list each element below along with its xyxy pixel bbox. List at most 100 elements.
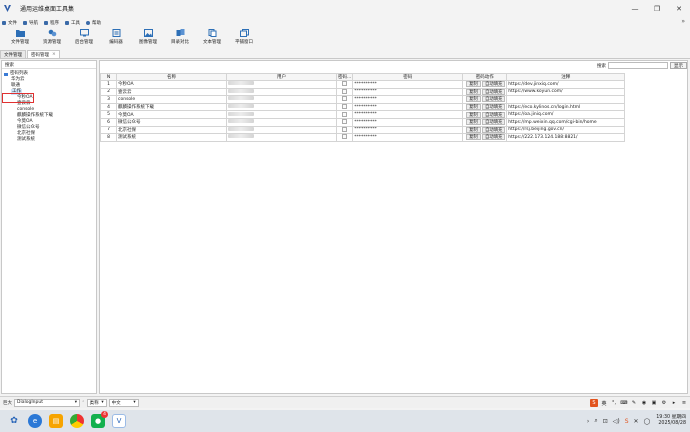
copy-button[interactable]: 复制 [466,89,481,95]
show-button[interactable]: 显示 [670,62,687,69]
row-number: 6 [100,117,117,127]
browser-icon[interactable]: e [28,414,42,428]
chevron-right-icon[interactable]: › [587,418,589,425]
close-tab-icon[interactable]: × [52,52,56,57]
tool-image-manager[interactable]: 图像管理 [132,27,164,49]
row-user [226,125,337,135]
close-window-button[interactable]: ✕ [668,0,690,17]
show-password-checkbox[interactable] [342,111,348,117]
font-select[interactable]: DialogInput ▾ [14,398,80,407]
tool-dir-compare[interactable]: 目录对比 [164,27,196,49]
network-icon[interactable]: ⊡ [603,418,608,425]
table-row[interactable]: 4 麒麟操作系统下载 ********** 复制 自动填充 https://eco.ky… [100,102,626,112]
table-row[interactable]: 7 北京社保 ********** 复制 自动填充 https://rsj.beijin… [100,125,626,135]
tool-tile-windows[interactable]: 平铺窗口 [228,27,260,49]
copy-button[interactable]: 复制 [466,111,481,118]
row-password: ********** [352,133,464,142]
tree-item[interactable]: 测试系统 [2,137,96,143]
autofill-button[interactable]: 自动填充 [482,111,506,118]
table-search-input[interactable] [608,62,668,69]
chrome-icon[interactable] [70,414,84,428]
menu-nav[interactable]: 导航 [23,20,38,26]
tab-password-manager[interactable]: 密码管理 × [27,50,60,58]
tool-resource-manager[interactable]: 资源管理 [36,27,68,49]
show-password-checkbox[interactable] [342,89,348,94]
copy-button[interactable]: 复制 [466,96,481,103]
autofill-button[interactable]: 自动填充 [482,127,506,133]
col-header-n[interactable]: N [100,73,117,81]
tool-backend-manager[interactable]: 后台管理 [68,27,100,49]
ime-skin-icon[interactable]: ◉ [640,399,648,407]
autofill-button[interactable]: 自动填充 [482,89,506,95]
menu-help[interactable]: 帮助 [86,20,101,26]
search-icon[interactable]: ⌕ [594,417,597,425]
show-password-checkbox[interactable] [342,134,348,140]
copy-button[interactable]: 复制 [466,134,481,141]
tree-search-label: 搜索 [5,62,14,68]
col-header-password-action[interactable]: 密码动作 [462,73,508,81]
autofill-button[interactable]: 自动填充 [482,119,506,126]
mode-select[interactable]: 类称 ▾ [86,398,107,407]
row-number: 4 [100,102,117,112]
start-logo-icon[interactable]: ✿ [7,414,21,428]
row-number: 3 [100,95,117,104]
tool-file-manager[interactable]: 文件管理 [4,27,36,49]
col-header-show-password[interactable]: 密码... [335,73,354,81]
show-password-checkbox[interactable] [342,119,348,125]
tab-file-manager[interactable]: 文件管理 [0,50,26,58]
clock[interactable]: 19:30 星期四 2025/08/28 [656,415,686,427]
col-header-user[interactable]: 用户 [226,73,337,81]
collapse-toolbar-icon[interactable]: » [681,18,685,25]
ime-settings-icon[interactable]: ⚙ [660,399,668,407]
menu-file[interactable]: 文件 [2,20,17,26]
monitor-icon [79,29,89,37]
autofill-button[interactable]: 自动填充 [482,134,506,141]
table-row[interactable]: 5 今莫OA ********** 复制 自动填充 https://oa.jiniq.c… [100,110,626,119]
file-manager-taskbar-icon[interactable]: ▤ [49,414,63,428]
col-header-name[interactable]: 名称 [116,73,227,81]
table-row[interactable]: 8 测试系统 ********** 复制 自动填充 https://222.173.12… [100,133,626,142]
ime-tray-icon[interactable]: S [625,418,629,425]
table-row[interactable]: 2 壹云云 ********** 复制 自动填充 https://www.koyun.c… [100,87,626,97]
tool-text-manager[interactable]: 文本管理 [196,27,228,49]
active-app-icon[interactable]: V [112,414,126,428]
autofill-button[interactable]: 自动填充 [482,104,506,110]
wechat-icon[interactable]: ● 4 [91,411,108,428]
copy-button[interactable]: 复制 [466,119,481,126]
menu-program[interactable]: 程序 [44,20,59,26]
ime-keyboard-icon[interactable]: ⌨ [620,399,628,407]
maximize-button[interactable]: ❐ [646,0,668,17]
autofill-button[interactable]: 自动填充 [482,81,506,88]
ime-menu-icon[interactable]: ≡ [680,399,688,407]
menu-tools[interactable]: 工具 [65,20,80,26]
copy-button[interactable]: 复制 [466,104,481,110]
ime-pen-icon[interactable]: ✎ [630,399,638,407]
notification-icon[interactable]: ◯ [644,418,651,425]
copy-button[interactable]: 复制 [466,127,481,133]
ime-toolbox-icon[interactable]: ▣ [650,399,658,407]
tree-search-input[interactable] [22,61,96,68]
copy-button[interactable]: 复制 [466,81,481,88]
tool-encoder[interactable]: 编码器 [100,27,132,49]
ime-expand-icon[interactable]: ▸ [670,399,678,407]
language-select[interactable]: 中文 ▾ [108,398,139,407]
show-password-checkbox[interactable] [342,96,348,102]
help-menu-icon [86,20,90,25]
row-actions: 复制 自动填充 [462,80,508,89]
table-row[interactable]: 1 今秒OA ********** 复制 自动填充 https://dev.jinxiq… [100,80,626,89]
col-header-password[interactable]: 密码 [352,73,464,81]
ime-logo-icon[interactable]: S [590,399,598,407]
show-password-checkbox[interactable] [342,104,348,110]
mode-radio-icon[interactable]: ◦ [82,400,85,405]
minimize-button[interactable]: — [624,0,646,17]
ime-punct-icon[interactable]: °, [610,399,618,407]
show-password-checkbox[interactable] [342,127,348,132]
table-row[interactable]: 3 console ********** 复制 自动填充 [100,95,626,104]
show-password-checkbox[interactable] [342,81,348,87]
volume-icon[interactable]: ◁) [613,418,620,425]
ime-chinese-icon[interactable]: 英 [600,399,608,407]
autofill-button[interactable]: 自动填充 [482,96,506,103]
table-row[interactable]: 6 微信公众号 ********** 复制 自动填充 https://mp.weixin… [100,117,626,127]
mute-icon[interactable]: ✕ [634,418,639,425]
col-header-note[interactable]: 注释 [506,73,626,81]
